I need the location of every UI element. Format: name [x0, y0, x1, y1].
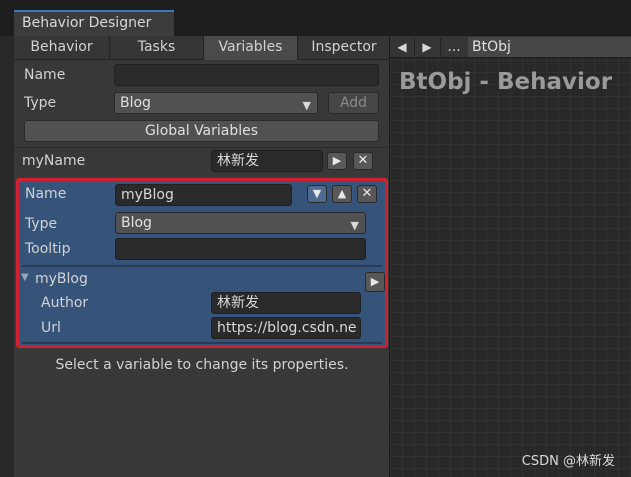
tab-inspector[interactable]: Inspector [298, 36, 390, 60]
variable-value-input[interactable]: 林新发 [211, 150, 323, 172]
left-panel: Behavior Tasks Variables Inspector Name … [14, 36, 390, 477]
triangle-left-icon[interactable]: ◀ [393, 37, 411, 57]
tab-tasks[interactable]: Tasks [110, 36, 204, 60]
foldout-label[interactable]: myBlog [35, 271, 88, 287]
behavior-object-dropdown[interactable]: BtObj [468, 37, 631, 57]
divider [414, 38, 415, 56]
hint-text: Select a variable to change its properti… [55, 357, 349, 373]
url-input[interactable]: https://blog.csdn.ne [211, 317, 361, 339]
selected-tooltip-label: Tooltip [25, 241, 71, 257]
more-button[interactable]: ... [444, 37, 464, 57]
divider [14, 147, 390, 148]
graph-canvas[interactable]: ◀ ▶ ... BtObj BtObj - Behavior CSDN @林新发 [390, 36, 631, 477]
divider [440, 38, 441, 56]
new-variable-type-label: Type [24, 95, 57, 111]
chevron-down-icon[interactable]: ▼ [307, 185, 327, 203]
selected-type-label: Type [25, 216, 58, 232]
close-icon[interactable]: ✕ [357, 185, 377, 203]
graph-toolbar: ◀ ▶ ... BtObj [390, 36, 631, 58]
chevron-up-icon[interactable]: ▲ [332, 185, 352, 203]
watermark: CSDN @林新发 [521, 454, 615, 469]
tab-behavior[interactable]: Behavior [14, 36, 110, 60]
selected-type-dropdown[interactable]: Blog ▼ [115, 212, 366, 234]
triangle-right-icon[interactable]: ▶ [418, 37, 436, 57]
triangle-right-icon[interactable]: ▶ [327, 152, 347, 170]
selected-variable-panel: Name myBlog ▼ ▲ ✕ Type Blog ▼ Tooltip ▼ … [16, 178, 388, 348]
foldout-triangle-icon[interactable]: ▼ [21, 272, 29, 283]
tab-bar: Behavior Tasks Variables Inspector [14, 36, 390, 60]
triangle-right-icon[interactable]: ▶ [365, 272, 385, 292]
selected-name-label: Name [25, 186, 67, 202]
new-variable-type-value: Blog [120, 95, 151, 111]
add-variable-button[interactable]: Add [328, 92, 379, 114]
window-tab[interactable]: Behavior Designer [14, 10, 174, 36]
canvas-title: BtObj - Behavior [399, 69, 613, 95]
selected-tooltip-input[interactable] [115, 238, 366, 260]
tab-variables[interactable]: Variables [204, 36, 298, 60]
new-variable-name-input[interactable] [114, 64, 379, 86]
caret-down-icon: ▼ [350, 219, 359, 232]
title-bar: Behavior Designer [0, 0, 631, 36]
divider [22, 342, 382, 344]
divider [22, 265, 382, 267]
url-label: Url [41, 320, 61, 336]
variable-name-label: myName [22, 153, 86, 169]
selected-type-value: Blog [121, 215, 152, 231]
new-variable-name-label: Name [24, 67, 66, 83]
close-icon[interactable]: ✕ [353, 152, 373, 170]
caret-down-icon: ▼ [302, 99, 311, 112]
global-variables-button[interactable]: Global Variables [24, 120, 379, 142]
selected-name-input[interactable]: myBlog [115, 184, 292, 206]
author-input[interactable]: 林新发 [211, 292, 361, 314]
new-variable-type-dropdown[interactable]: Blog ▼ [114, 92, 318, 114]
author-label: Author [41, 295, 89, 311]
